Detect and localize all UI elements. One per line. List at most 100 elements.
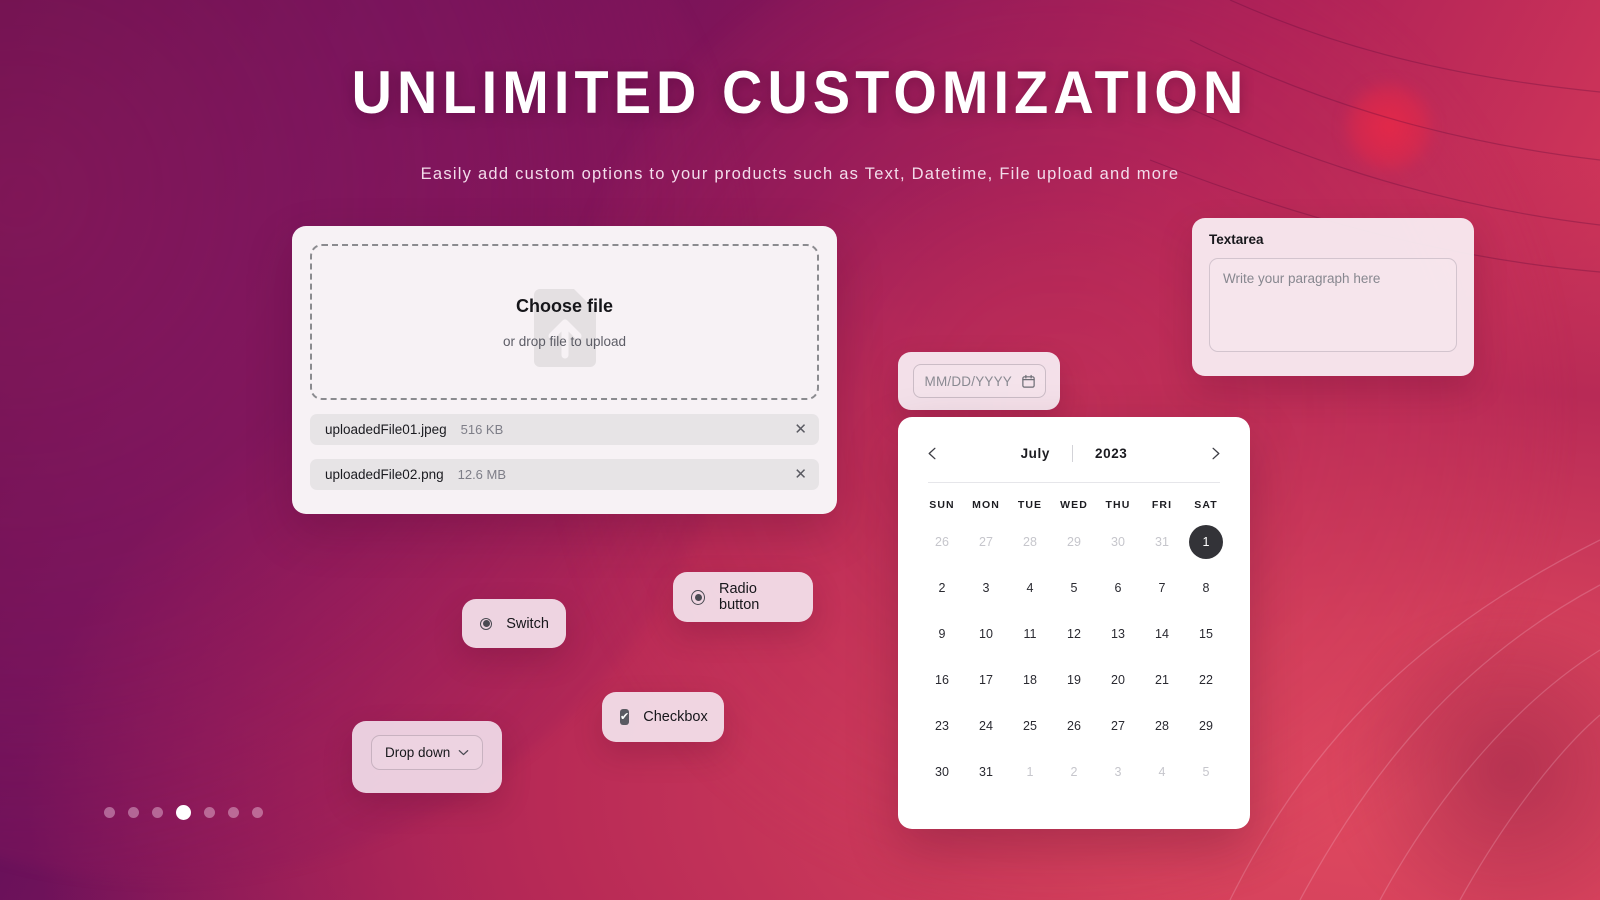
- calendar-day[interactable]: 27: [964, 519, 1008, 565]
- calendar-grid: SUN MON TUE WED THU FRI SAT 26 27 28 29 30 31 1 2 3 4 5 6 7…: [920, 499, 1228, 795]
- calendar-day[interactable]: 23: [920, 703, 964, 749]
- calendar-day[interactable]: 24: [964, 703, 1008, 749]
- calendar-day[interactable]: 8: [1184, 565, 1228, 611]
- dropdown-select[interactable]: Drop down: [371, 735, 483, 770]
- calendar-day[interactable]: 20: [1096, 657, 1140, 703]
- checkbox-control[interactable]: ✔ Checkbox: [602, 692, 724, 742]
- dropdown-card: Drop down: [352, 721, 502, 793]
- radio-button-control[interactable]: Radio button: [673, 572, 813, 622]
- carousel-dot[interactable]: [152, 807, 163, 818]
- calendar-day[interactable]: 29: [1184, 703, 1228, 749]
- calendar-day[interactable]: 13: [1096, 611, 1140, 657]
- dropzone-title: Choose file: [515, 295, 613, 316]
- calendar-weekday: WED: [1060, 499, 1088, 511]
- file-size: 516 KB: [460, 422, 504, 437]
- calendar-day[interactable]: 18: [1008, 657, 1052, 703]
- carousel-dot[interactable]: [204, 807, 215, 818]
- file-upload-card: Choose file or drop file to upload uploa…: [292, 226, 837, 514]
- calendar-day[interactable]: 31: [1140, 519, 1184, 565]
- textarea-label: Textarea: [1209, 232, 1264, 247]
- calendar-day[interactable]: 28: [1008, 519, 1052, 565]
- calendar-weekday: SAT: [1194, 499, 1218, 511]
- file-size: 12.6 MB: [457, 467, 507, 482]
- calendar-divider: [1071, 445, 1073, 462]
- chevron-left-icon[interactable]: [920, 443, 945, 464]
- calendar-widget: July 2023 SUN MON TUE WED THU FRI SAT 26 27 28 29 3…: [898, 417, 1250, 829]
- date-input-card: MM/DD/YYYY: [898, 352, 1060, 410]
- calendar-day[interactable]: 27: [1096, 703, 1140, 749]
- calendar-day[interactable]: 30: [1096, 519, 1140, 565]
- switch-control[interactable]: Switch: [462, 599, 566, 648]
- calendar-day[interactable]: 5: [1184, 749, 1228, 795]
- calendar-day[interactable]: 31: [964, 749, 1008, 795]
- textarea-input[interactable]: Write your paragraph here: [1209, 258, 1457, 352]
- calendar-month-year[interactable]: July 2023: [1021, 445, 1128, 462]
- carousel-dot[interactable]: [228, 807, 239, 818]
- textarea-card: Textarea Write your paragraph here: [1192, 218, 1474, 376]
- chevron-right-icon[interactable]: [1203, 443, 1228, 464]
- calendar-weekday: MON: [972, 499, 1000, 511]
- radio-checked-icon[interactable]: [691, 589, 706, 605]
- calendar-day[interactable]: 4: [1140, 749, 1184, 795]
- calendar-rule: [928, 482, 1220, 483]
- calendar-day[interactable]: 22: [1184, 657, 1228, 703]
- carousel-dot-active[interactable]: [176, 805, 191, 820]
- calendar-day[interactable]: 4: [1008, 565, 1052, 611]
- close-icon[interactable]: ✕: [794, 467, 807, 482]
- calendar-day[interactable]: 2: [1052, 749, 1096, 795]
- calendar-day[interactable]: 17: [964, 657, 1008, 703]
- calendar-day[interactable]: 10: [964, 611, 1008, 657]
- carousel-dot[interactable]: [252, 807, 263, 818]
- hero-section: Unlimited Customization Easily add custo…: [0, 0, 1600, 184]
- switch-label: Switch: [506, 615, 549, 632]
- calendar-day[interactable]: 29: [1052, 519, 1096, 565]
- radio-dot: [694, 593, 702, 601]
- switch-knob: [482, 620, 490, 627]
- checkbox-label: Checkbox: [643, 709, 708, 725]
- calendar-day[interactable]: 15: [1184, 611, 1228, 657]
- chevron-down-icon[interactable]: [456, 745, 471, 760]
- calendar-day[interactable]: 2: [920, 565, 964, 611]
- calendar-day[interactable]: 30: [920, 749, 964, 795]
- calendar-day[interactable]: 25: [1008, 703, 1052, 749]
- calendar-day[interactable]: 3: [964, 565, 1008, 611]
- calendar-day[interactable]: 26: [920, 519, 964, 565]
- checkbox-checked-icon[interactable]: ✔: [620, 709, 630, 725]
- calendar-day-label: 1: [1189, 525, 1223, 559]
- calendar-icon[interactable]: [1021, 374, 1036, 389]
- calendar-day[interactable]: 5: [1052, 565, 1096, 611]
- uploaded-file-row: uploadedFile01.jpeg 516 KB ✕: [310, 414, 819, 445]
- calendar-day[interactable]: 3: [1096, 749, 1140, 795]
- file-dropzone[interactable]: Choose file or drop file to upload: [310, 244, 819, 400]
- calendar-weekday: SUN: [929, 499, 955, 511]
- calendar-day[interactable]: 14: [1140, 611, 1184, 657]
- calendar-day[interactable]: 11: [1008, 611, 1052, 657]
- file-name: uploadedFile01.jpeg: [325, 422, 447, 437]
- calendar-day-selected[interactable]: 1: [1184, 519, 1228, 565]
- carousel-dot[interactable]: [128, 807, 139, 818]
- dropzone-subtitle: or drop file to upload: [502, 333, 627, 349]
- date-input[interactable]: MM/DD/YYYY: [912, 364, 1046, 398]
- close-icon[interactable]: ✕: [794, 422, 807, 437]
- calendar-year: 2023: [1094, 446, 1128, 461]
- toggle-off-icon[interactable]: [480, 617, 493, 630]
- uploaded-file-list: uploadedFile01.jpeg 516 KB ✕ uploadedFile02…: [310, 414, 819, 490]
- page-subtitle: Easily add custom options to your produc…: [420, 165, 1180, 183]
- calendar-day[interactable]: 7: [1140, 565, 1184, 611]
- calendar-weekday: FRI: [1151, 499, 1173, 511]
- calendar-day[interactable]: 28: [1140, 703, 1184, 749]
- calendar-day[interactable]: 16: [920, 657, 964, 703]
- calendar-day[interactable]: 6: [1096, 565, 1140, 611]
- carousel-dot[interactable]: [104, 807, 115, 818]
- calendar-month: July: [1020, 446, 1050, 461]
- calendar-day[interactable]: 1: [1008, 749, 1052, 795]
- calendar-day[interactable]: 26: [1052, 703, 1096, 749]
- calendar-day[interactable]: 19: [1052, 657, 1096, 703]
- page-title: Unlimited Customization: [351, 59, 1249, 126]
- radio-label: Radio button: [719, 581, 760, 613]
- calendar-day[interactable]: 21: [1140, 657, 1184, 703]
- calendar-day[interactable]: 12: [1052, 611, 1096, 657]
- calendar-day[interactable]: 9: [920, 611, 964, 657]
- textarea-placeholder: Write your paragraph here: [1223, 271, 1381, 286]
- date-input-placeholder: MM/DD/YYYY: [924, 373, 1013, 389]
